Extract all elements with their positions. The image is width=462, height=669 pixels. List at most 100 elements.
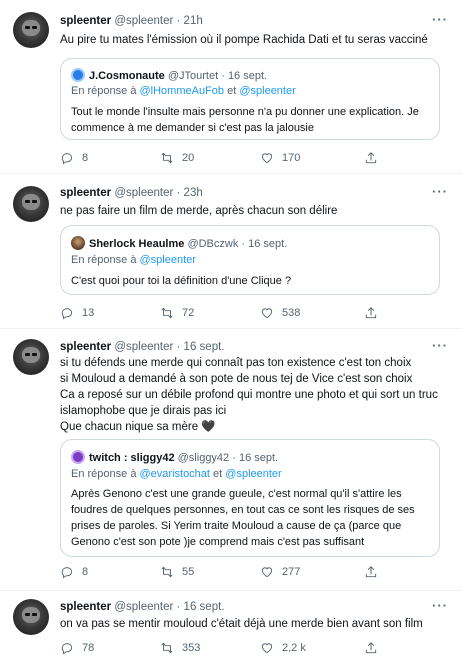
share-button[interactable] [364, 151, 378, 165]
reply-button[interactable]: 8 [60, 151, 88, 165]
like-count: 277 [282, 566, 301, 578]
share-icon [365, 642, 377, 654]
reply-button[interactable]: 8 [60, 565, 88, 579]
reply-bubble-icon [61, 153, 73, 165]
retweet-count: 20 [182, 152, 195, 164]
quoted-tweet[interactable]: twitch : sliggy42 @sliggy42 · 16 sept. E… [60, 439, 440, 557]
heart-icon [261, 153, 273, 164]
quoted-author-handle: @sliggy42 [177, 452, 230, 464]
like-count: 538 [282, 307, 301, 319]
tweet-header: spleenter @spleenter · 21h [60, 15, 203, 27]
author-name[interactable]: spleenter [60, 601, 111, 613]
author-handle[interactable]: @spleenter [114, 15, 173, 27]
author-handle[interactable]: @spleenter [114, 187, 173, 199]
retweet-icon [161, 152, 173, 164]
avatar[interactable] [13, 186, 49, 222]
more-dots-icon[interactable]: ··· [432, 338, 448, 353]
tweet-text: on va pas se mentir mouloud c'était déjà… [60, 618, 423, 630]
like-count: 170 [282, 152, 301, 164]
share-icon [365, 307, 377, 319]
reply-mention[interactable]: @spleenter [239, 85, 295, 97]
quoted-text: Après Genono c'est une grande gueule, c'… [71, 488, 415, 548]
avatar[interactable] [13, 339, 49, 375]
author-name[interactable]: spleenter [60, 341, 111, 353]
reply-bubble-icon [61, 643, 73, 655]
action-bar: 8 20 170 [60, 151, 390, 167]
tweet-header: spleenter @spleenter · 16 sept. [60, 341, 224, 353]
retweet-button[interactable]: 55 [160, 565, 194, 579]
quoted-time: · 16 sept. [221, 70, 268, 82]
tweet-header: spleenter @spleenter · 16 sept. [60, 601, 224, 613]
avatar[interactable] [13, 12, 49, 48]
reply-bubble-icon [61, 308, 73, 320]
retweet-icon [161, 642, 173, 654]
tweet-time[interactable]: · 16 sept. [177, 601, 225, 613]
quoted-author-handle: @JTourtet [167, 70, 219, 82]
quoted-time: · 16 sept. [232, 452, 279, 464]
action-bar: 78 353 2,2 k [60, 641, 390, 657]
quoted-author-handle: @DBczwk [187, 238, 239, 250]
more-dots-icon[interactable]: ··· [432, 12, 448, 27]
quoted-header: J.Cosmonaute @JTourtet · 16 sept. [71, 68, 267, 82]
reply-count: 78 [82, 642, 95, 654]
author-handle[interactable]: @spleenter [114, 601, 173, 613]
share-icon [365, 566, 377, 578]
author-handle[interactable]: @spleenter [114, 341, 173, 353]
quoted-header: Sherlock Heaulme @DBczwk · 16 sept. [71, 236, 287, 250]
tweet[interactable]: spleenter @spleenter · 16 sept. ··· si t… [0, 329, 462, 591]
action-bar: 13 72 538 [60, 306, 390, 322]
quoted-avatar [71, 68, 85, 82]
retweet-count: 353 [182, 642, 201, 654]
tweet-header: spleenter @spleenter · 23h [60, 187, 203, 199]
tweet[interactable]: spleenter @spleenter · 16 sept. ··· on v… [0, 591, 462, 669]
heart-icon [261, 308, 273, 319]
like-button[interactable]: 538 [260, 306, 300, 320]
like-button[interactable]: 277 [260, 565, 300, 579]
author-name[interactable]: spleenter [60, 187, 111, 199]
tweet-text: si tu défends une merde qui connaît pas … [60, 357, 438, 433]
reply-bubble-icon [61, 567, 73, 579]
tweet-time[interactable]: · 21h [177, 15, 203, 27]
reply-mention[interactable]: @spleenter [225, 468, 281, 480]
heart-icon [261, 643, 273, 654]
more-dots-icon[interactable]: ··· [432, 184, 448, 199]
share-button[interactable] [364, 565, 378, 579]
quoted-text: Tout le monde l'insulte mais personne n'… [71, 106, 419, 134]
tweet-time[interactable]: · 23h [177, 187, 203, 199]
reply-mention[interactable]: @evaristochat [140, 468, 210, 480]
reply-context: En réponse à @lHommeAuFob et @spleenter [71, 85, 296, 97]
share-icon [365, 152, 377, 164]
avatar[interactable] [13, 599, 49, 635]
reply-button[interactable]: 78 [60, 641, 94, 655]
like-button[interactable]: 170 [260, 151, 300, 165]
quoted-avatar [71, 450, 85, 464]
like-button[interactable]: 2,2 k [260, 641, 306, 655]
quoted-tweet[interactable]: J.Cosmonaute @JTourtet · 16 sept. En rép… [60, 58, 440, 140]
quoted-author-name: twitch : sliggy42 [89, 452, 175, 464]
heart-icon [261, 567, 273, 578]
retweet-button[interactable]: 353 [160, 641, 200, 655]
reply-context: En réponse à @evaristochat et @spleenter [71, 468, 282, 480]
retweet-button[interactable]: 20 [160, 151, 194, 165]
retweet-button[interactable]: 72 [160, 306, 194, 320]
tweet-time[interactable]: · 16 sept. [177, 341, 225, 353]
action-bar: 8 55 277 [60, 565, 390, 581]
retweet-icon [161, 307, 173, 319]
reply-button[interactable]: 13 [60, 306, 94, 320]
quoted-tweet[interactable]: Sherlock Heaulme @DBczwk · 16 sept. En r… [60, 225, 440, 295]
retweet-count: 55 [182, 566, 195, 578]
tweet[interactable]: spleenter @spleenter · 21h ··· Au pire t… [0, 0, 462, 174]
tweet[interactable]: spleenter @spleenter · 23h ··· ne pas fa… [0, 174, 462, 329]
share-button[interactable] [364, 306, 378, 320]
reply-mention[interactable]: @spleenter [140, 254, 196, 266]
quoted-time: · 16 sept. [241, 238, 288, 250]
author-name[interactable]: spleenter [60, 15, 111, 27]
reply-mention[interactable]: @lHommeAuFob [140, 85, 225, 97]
quoted-author-name: Sherlock Heaulme [89, 238, 185, 250]
tweet-text: ne pas faire un film de merde, après cha… [60, 205, 338, 217]
more-dots-icon[interactable]: ··· [432, 598, 448, 613]
reply-context: En réponse à @spleenter [71, 254, 196, 266]
quoted-text: C'est quoi pour toi la définition d'une … [71, 275, 292, 287]
share-button[interactable] [364, 641, 378, 655]
reply-count: 13 [82, 307, 95, 319]
